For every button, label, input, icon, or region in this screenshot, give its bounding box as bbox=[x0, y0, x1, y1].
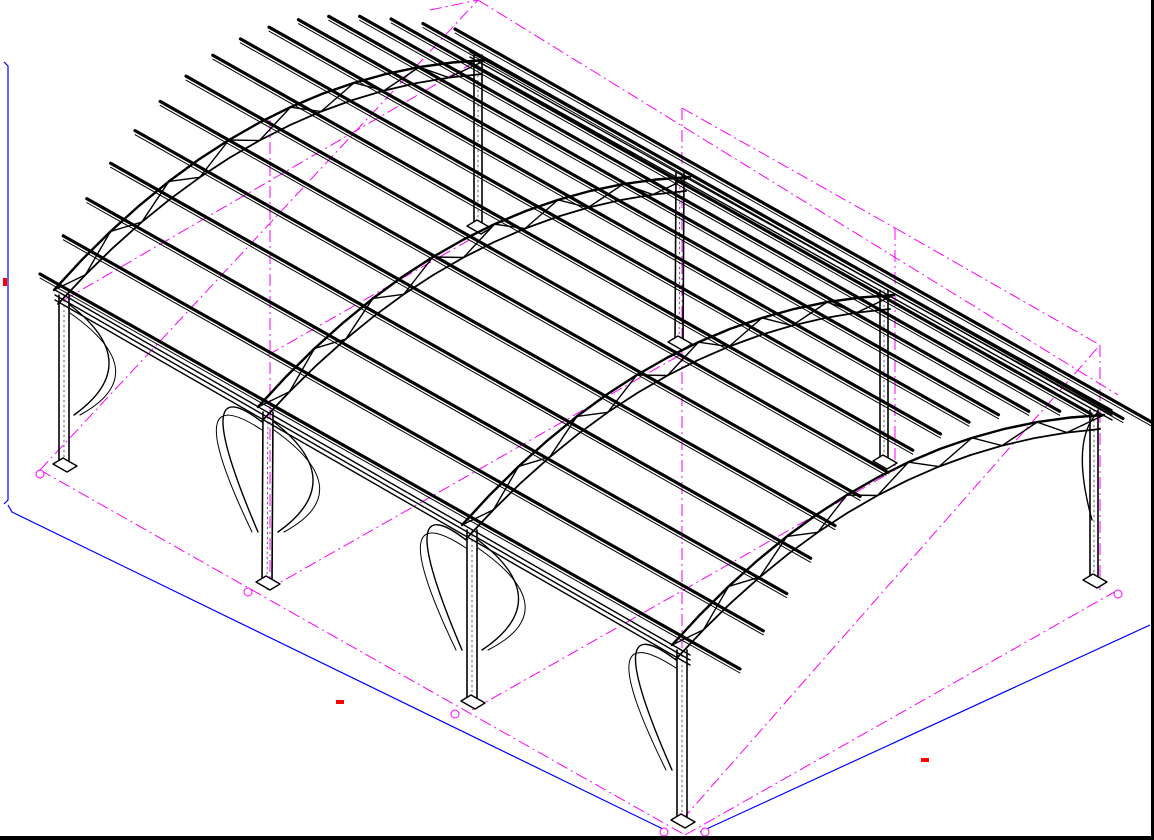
grid-bubble bbox=[700, 827, 710, 837]
roof-purlin-edge bbox=[134, 134, 836, 531]
front-eave-beam bbox=[54, 299, 691, 666]
truss-web bbox=[971, 437, 1003, 447]
roof-purlin bbox=[238, 37, 943, 436]
bracket-arc bbox=[426, 524, 467, 651]
truss-web bbox=[817, 494, 848, 534]
roof-purlin-edge bbox=[62, 239, 764, 636]
truss-web bbox=[53, 274, 87, 291]
width-dimension-midmark bbox=[921, 758, 929, 762]
roof-purlin-edge bbox=[390, 22, 1092, 419]
roof-purlin bbox=[421, 21, 1125, 421]
column-edge bbox=[261, 411, 264, 585]
roof-purlin bbox=[296, 18, 1001, 417]
cad-viewport[interactable] bbox=[0, 0, 1154, 840]
height-dimension-midmark bbox=[3, 278, 7, 286]
roof-purlin-edge bbox=[268, 30, 970, 427]
roof-purlin-edge bbox=[422, 27, 1124, 424]
grid-bubbles bbox=[35, 469, 1123, 837]
grid-line bbox=[63, 59, 479, 301]
grid-line bbox=[681, 107, 896, 229]
isometric-drawing bbox=[3, 0, 1154, 837]
grid-bubble bbox=[1113, 589, 1123, 599]
front-eave-beam bbox=[54, 289, 691, 656]
roof-purlin-edge bbox=[212, 58, 914, 455]
bracket-arc-inner bbox=[419, 532, 467, 651]
column-edge bbox=[271, 411, 274, 585]
truss-top-chord bbox=[460, 293, 896, 527]
roof-purlin-edge bbox=[359, 19, 1061, 416]
truss-web bbox=[1036, 421, 1068, 434]
truss-web bbox=[907, 461, 940, 468]
grid-bubble bbox=[659, 827, 669, 837]
back-eave-beam bbox=[469, 56, 1113, 416]
bracket-arc-inner bbox=[215, 414, 263, 533]
roof-purlin-edge bbox=[239, 42, 941, 439]
column-base-marker bbox=[1082, 573, 1108, 589]
column-base-marker bbox=[670, 813, 696, 829]
grid-line bbox=[267, 234, 479, 356]
roof-purlin bbox=[61, 234, 765, 633]
roof-trusses bbox=[52, 58, 1106, 660]
roof-purlin-edge bbox=[39, 277, 741, 674]
front-eave-beam bbox=[54, 294, 691, 661]
truss-web bbox=[228, 139, 261, 142]
length-dimension-midmark bbox=[336, 700, 344, 704]
roof-purlin bbox=[109, 161, 813, 560]
roof-purlin-edge bbox=[297, 23, 999, 420]
front-length-dimension bbox=[7, 504, 666, 831]
roof-purlin bbox=[267, 25, 971, 424]
roof-purlin bbox=[453, 27, 1154, 426]
viewport-bottom-border bbox=[0, 836, 1154, 840]
grid-line bbox=[39, 469, 686, 836]
roof-purlin-edge bbox=[110, 166, 812, 563]
grid-bubble bbox=[35, 469, 45, 479]
bracket-arc bbox=[222, 406, 263, 533]
grid-line bbox=[429, 0, 479, 11]
arched-brackets bbox=[69, 304, 1099, 771]
column-base-marker bbox=[255, 575, 281, 591]
column-base-marker bbox=[52, 457, 78, 473]
column-centerline bbox=[266, 411, 269, 585]
grid-bubble bbox=[450, 709, 460, 719]
columns bbox=[58, 54, 1099, 823]
truss-web bbox=[636, 374, 669, 377]
grid-line bbox=[681, 344, 1101, 821]
grid-line bbox=[894, 227, 1101, 346]
column-base-marker bbox=[460, 694, 486, 710]
roof-purlin bbox=[358, 14, 1062, 413]
truss-web bbox=[938, 437, 973, 468]
side-width-dimension bbox=[699, 624, 1151, 833]
grid-bubble bbox=[243, 587, 253, 597]
roof-purlin bbox=[184, 74, 888, 473]
bracket-arc bbox=[634, 643, 677, 771]
steel-structure bbox=[38, 14, 1154, 829]
back-eave-beam bbox=[469, 61, 1113, 421]
truss-web bbox=[199, 139, 230, 179]
